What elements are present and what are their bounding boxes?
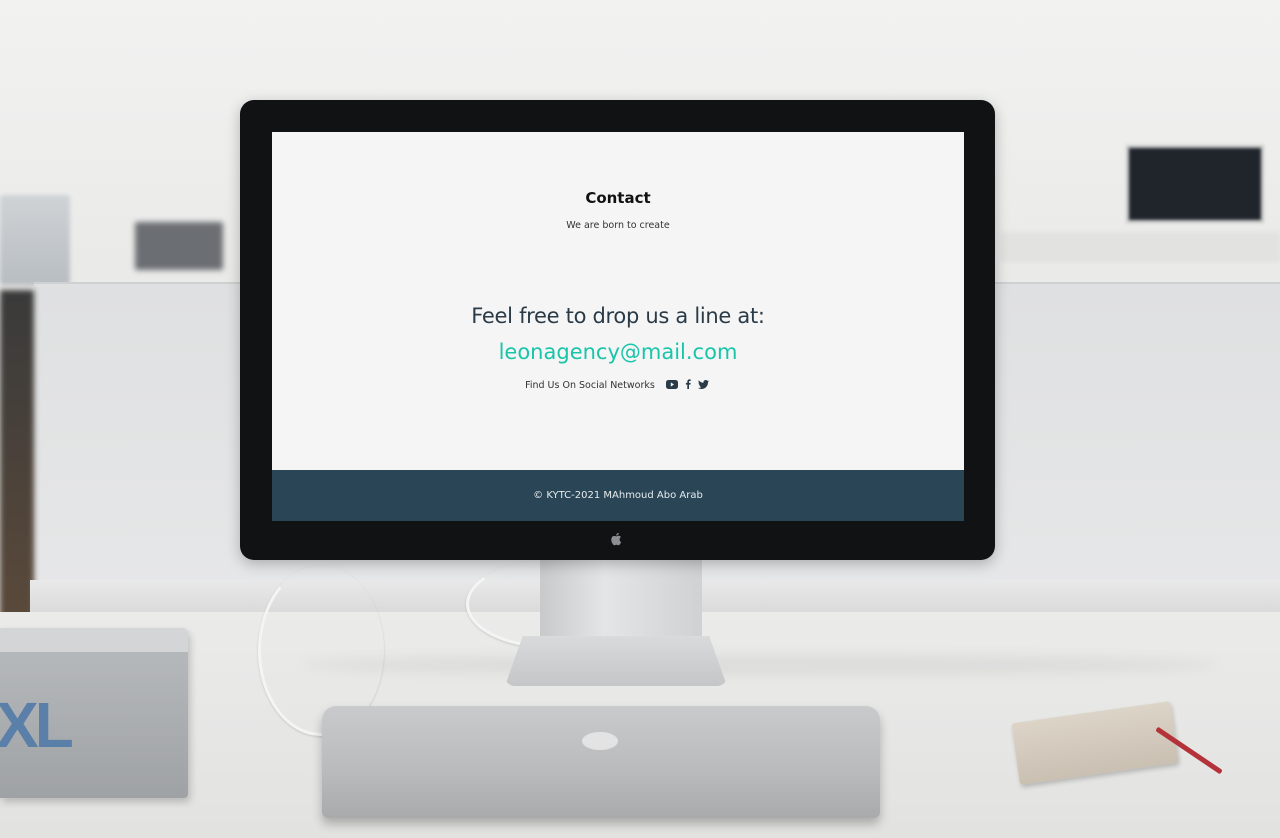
background-monitor-left [0,195,70,285]
laptop-logo-icon [582,732,618,750]
email-link[interactable]: leonagency@mail.com [272,340,964,364]
book-cover-text: XL [0,689,74,761]
social-networks-label: Find Us On Social Networks [525,380,655,391]
laptop [322,706,880,818]
facebook-icon[interactable] [685,379,691,392]
background-chair [0,290,34,630]
youtube-icon[interactable] [665,379,678,392]
monitor-screen: Contact We are born to create Feel free … [272,132,964,521]
background-monitor-right [1126,145,1264,223]
footer-copyright: © KYTC-2021 MAhmoud Abo Arab [533,490,703,501]
desk-shadow [300,655,1220,675]
section-subtitle: We are born to create [566,220,670,231]
section-title: Contact [585,189,651,207]
contact-headline: Feel free to drop us a line at: [471,304,765,328]
monitor-stand [540,560,702,640]
site-footer: © KYTC-2021 MAhmoud Abo Arab [272,470,964,521]
social-icons [664,379,711,392]
twitter-icon[interactable] [697,379,709,392]
background-shelf [1000,232,1280,262]
book-spine [0,628,188,652]
background-object [135,222,223,270]
monitor-stand-foot [505,636,727,686]
apple-logo-icon [611,532,623,546]
social-networks-row: Find Us On Social Networks [272,379,964,392]
